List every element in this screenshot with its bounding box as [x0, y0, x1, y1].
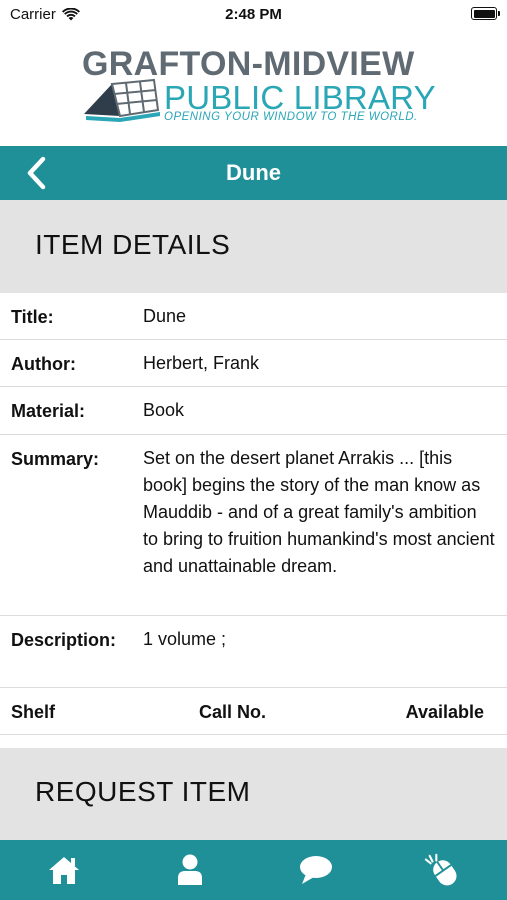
- detail-row-author: Author: Herbert, Frank: [0, 340, 507, 387]
- detail-row-description: Description: 1 volume ;: [0, 616, 507, 688]
- battery-fill: [473, 9, 495, 18]
- detail-row-title: Title: Dune: [0, 293, 507, 340]
- tab-messages[interactable]: [298, 852, 334, 888]
- request-item-section[interactable]: REQUEST ITEM: [0, 748, 507, 840]
- tab-online-resources[interactable]: [424, 852, 460, 888]
- item-details-heading: ITEM DETAILS: [35, 229, 231, 260]
- battery-icon: [471, 7, 500, 20]
- chat-bubble-icon: [300, 856, 332, 884]
- holdings-table-header: Shelf Call No. Available: [0, 688, 507, 735]
- library-logo: GRAFTON-MIDVIEW PUBLIC LIBRARY OPENING Y…: [82, 44, 436, 126]
- tab-account[interactable]: [172, 852, 208, 888]
- page-title: Dune: [226, 160, 281, 185]
- logo-tagline: OPENING YOUR WINDOW TO THE WORLD.: [164, 111, 418, 123]
- nav-bar: Dune: [0, 146, 507, 200]
- battery-nub: [498, 11, 500, 16]
- column-header-available: Available: [405, 702, 484, 722]
- item-details-header: ITEM DETAILS: [0, 200, 507, 293]
- detail-value: Herbert, Frank: [143, 353, 260, 373]
- detail-value: Book: [143, 400, 185, 420]
- mouse-click-icon: [424, 853, 457, 886]
- detail-row-material: Material: Book: [0, 387, 507, 435]
- home-icon: [49, 857, 79, 884]
- tab-home[interactable]: [46, 852, 82, 888]
- detail-label: Title:: [11, 307, 54, 327]
- status-bar: Carrier 2:48 PM: [0, 0, 507, 30]
- detail-label: Description:: [11, 630, 117, 650]
- logo-line1: GRAFTON-MIDVIEW: [82, 45, 415, 83]
- column-header-shelf: Shelf: [11, 702, 56, 722]
- logo-line2: PUBLIC LIBRARY: [164, 79, 436, 116]
- column-header-call-number: Call No.: [199, 702, 267, 722]
- detail-value: Set on the desert planet Arrakis ... [th…: [143, 448, 495, 576]
- detail-value: 1 volume ;: [143, 629, 227, 649]
- detail-row-summary: Summary: Set on the desert planet Arraki…: [0, 435, 507, 616]
- status-time: 2:48 PM: [225, 6, 282, 23]
- user-icon: [178, 854, 202, 885]
- request-item-heading: REQUEST ITEM: [35, 776, 251, 807]
- tab-bar: [0, 840, 507, 900]
- detail-label: Author:: [11, 354, 76, 374]
- detail-label: Summary:: [11, 449, 100, 469]
- detail-label: Material:: [11, 401, 86, 421]
- detail-value: Dune: [143, 306, 187, 326]
